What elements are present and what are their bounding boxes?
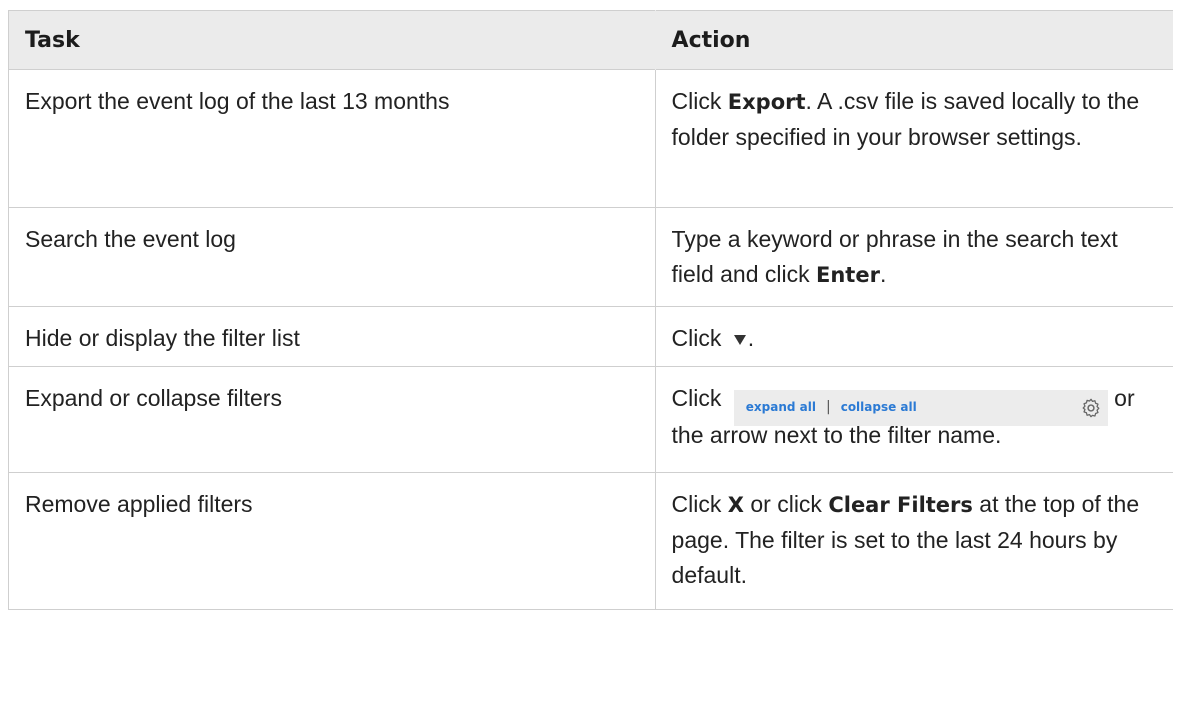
action-cell: Click . [655,306,1173,367]
header-row: Task Action [8,10,1173,70]
header-action: Action [655,10,1173,70]
task-action-table: Task Action Export the event log of the … [8,10,1173,610]
action-text: Click [671,88,728,114]
action-text: Click [671,385,728,411]
separator: | [825,399,831,416]
expand-all-link[interactable]: expand all [746,390,816,425]
task-cell: Expand or collapse filters [8,366,656,473]
action-cell: Click expand all | collapse all or the arr… [655,366,1173,473]
clear-filters-label: Clear Filters [828,493,973,517]
table-row: Search the event log Type a keyword or p… [8,207,1173,307]
action-cell: Type a keyword or phrase in the search t… [655,207,1173,307]
enter-label: Enter [816,263,880,287]
action-text: Click [671,491,728,517]
gear-icon[interactable] [1080,397,1102,419]
action-text: or click [743,491,829,517]
action-text: . [747,325,755,351]
action-cell: Click Export. A .csv file is saved local… [655,69,1173,208]
export-label: Export [727,90,806,114]
table-row: Export the event log of the last 13 mont… [8,69,1173,208]
action-text: Type a keyword or phrase in the search t… [671,226,1118,287]
filter-icon [733,335,746,345]
table-row: Remove applied filters Click X or click … [8,472,1173,610]
x-label: X [727,493,744,517]
action-cell: Click X or click Clear Filters at the to… [655,472,1173,610]
action-text: . [879,261,887,287]
task-cell: Hide or display the filter list [8,306,656,367]
collapse-all-link[interactable]: collapse all [841,390,917,425]
table-row: Expand or collapse filters Click expand … [8,366,1173,473]
table-row: Hide or display the filter list Click . [8,306,1173,367]
action-text: Click [671,325,728,351]
task-cell: Search the event log [8,207,656,307]
header-task: Task [8,10,656,70]
task-cell: Remove applied filters [8,472,656,610]
task-cell: Export the event log of the last 13 mont… [8,69,656,208]
expand-collapse-widget: expand all | collapse all [733,389,1108,426]
